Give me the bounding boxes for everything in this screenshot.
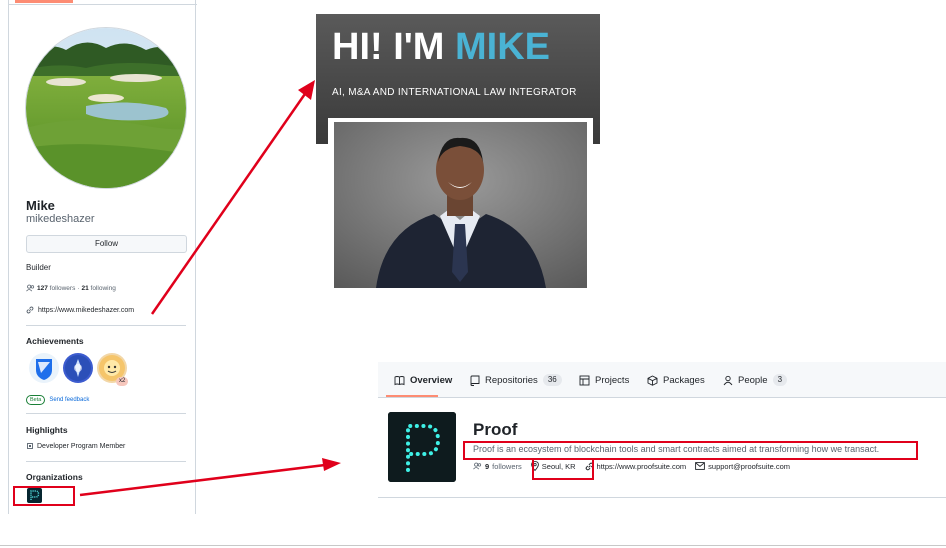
- tab-packages-label: Packages: [663, 374, 705, 386]
- people-icon: [473, 462, 482, 470]
- arrow-head-proof: [322, 458, 341, 471]
- portrait-photo: [334, 122, 587, 288]
- person-icon: [723, 375, 733, 386]
- tab-overview-label: Overview: [410, 374, 453, 386]
- beta-label: Beta: [26, 395, 46, 405]
- table-icon: [579, 375, 590, 386]
- people-icon: [26, 284, 35, 292]
- organizations-heading: Organizations: [26, 472, 83, 482]
- org-followers-link[interactable]: 9 followers: [473, 462, 522, 471]
- repositories-counter: 36: [542, 374, 562, 386]
- cpu-icon: [26, 442, 34, 450]
- page-bottom-border: [0, 545, 946, 546]
- following-link[interactable]: 21 following: [82, 285, 116, 292]
- highlight-label: Developer Program Member: [37, 442, 126, 450]
- people-counter: 3: [772, 374, 788, 386]
- tab-overview[interactable]: Overview: [394, 362, 452, 398]
- following-count: 21: [81, 284, 89, 292]
- org-website: https://www.proofsuite.com: [585, 462, 687, 471]
- avatar[interactable]: [25, 27, 187, 189]
- org-header-divider: [378, 497, 946, 498]
- annotation-box-location: [532, 458, 594, 480]
- banner-title-prefix: HI! I'M: [332, 26, 445, 68]
- mail-icon: [695, 462, 706, 470]
- achievement-multiplier: x2: [116, 377, 129, 386]
- section-divider: [26, 413, 186, 414]
- tab-repositories-label: Repositories: [485, 374, 538, 386]
- org-followers-label: followers: [492, 461, 522, 471]
- tab-repositories[interactable]: Repositories 36: [470, 362, 562, 398]
- section-divider: [26, 461, 186, 462]
- followers-count: 127: [37, 284, 48, 292]
- tab-divider: [9, 4, 197, 5]
- achievement-badge-pull-shark[interactable]: [29, 353, 59, 383]
- achievements-heading: Achievements: [26, 336, 84, 346]
- tab-projects[interactable]: Projects: [579, 362, 629, 398]
- org-email: support@proofsuite.com: [695, 462, 790, 471]
- org-avatar: [388, 412, 456, 482]
- repo-icon: [470, 375, 480, 386]
- banner-subtitle: AI, M&A AND INTERNATIONAL LAW INTEGRATOR: [332, 87, 577, 98]
- followers-link[interactable]: 127 followers: [37, 285, 75, 292]
- section-divider: [26, 325, 186, 326]
- annotation-box-organization: [13, 486, 75, 506]
- following-label: following: [90, 284, 116, 292]
- tab-projects-label: Projects: [595, 374, 630, 386]
- profile-name: Mike: [26, 198, 55, 213]
- arrow-head-banner: [298, 80, 315, 100]
- org-followers-count: 9: [485, 461, 490, 471]
- followers-label: followers: [49, 284, 76, 292]
- link-icon: [26, 306, 34, 314]
- banner-title: HI! I'M MIKE: [332, 26, 550, 69]
- highlights-heading: Highlights: [26, 425, 68, 435]
- website-row: https://www.mikedeshazer.com: [26, 306, 134, 314]
- org-email-link[interactable]: support@proofsuite.com: [708, 462, 790, 471]
- highlight-item: Developer Program Member: [26, 442, 125, 450]
- beta-feedback-row: Beta Send feedback: [26, 395, 89, 405]
- org-meta-row: 9 followers Seoul, KR https://www.proofs…: [473, 461, 799, 471]
- banner-title-name: MIKE: [455, 26, 551, 68]
- profile-username: mikedeshazer: [26, 213, 95, 225]
- selected-tab-underline: [386, 395, 438, 397]
- package-icon: [647, 374, 658, 386]
- tab-people-label: People: [738, 374, 768, 386]
- follow-button[interactable]: Follow: [26, 235, 187, 253]
- book-icon: [394, 375, 405, 386]
- separator: ·: [77, 284, 80, 292]
- org-navigation-tabs: Overview Repositories 36 Projects Packag…: [378, 362, 946, 398]
- achievement-badge-arctic[interactable]: [63, 353, 93, 383]
- followers-row: 127 followers · 21 following: [26, 284, 116, 292]
- profile-sidebar: Mike mikedeshazer Follow Builder 127 fol…: [8, 0, 197, 514]
- active-tab-indicator: [15, 0, 73, 3]
- org-name: Proof: [473, 420, 518, 439]
- tab-people[interactable]: People 3: [723, 362, 788, 398]
- org-website-link[interactable]: https://www.proofsuite.com: [597, 462, 687, 471]
- golf-course-image: [26, 28, 186, 188]
- send-feedback-link[interactable]: Send feedback: [49, 397, 89, 403]
- website-link[interactable]: https://www.mikedeshazer.com: [38, 307, 134, 314]
- profile-bio: Builder: [26, 263, 51, 272]
- tab-packages[interactable]: Packages: [647, 362, 705, 398]
